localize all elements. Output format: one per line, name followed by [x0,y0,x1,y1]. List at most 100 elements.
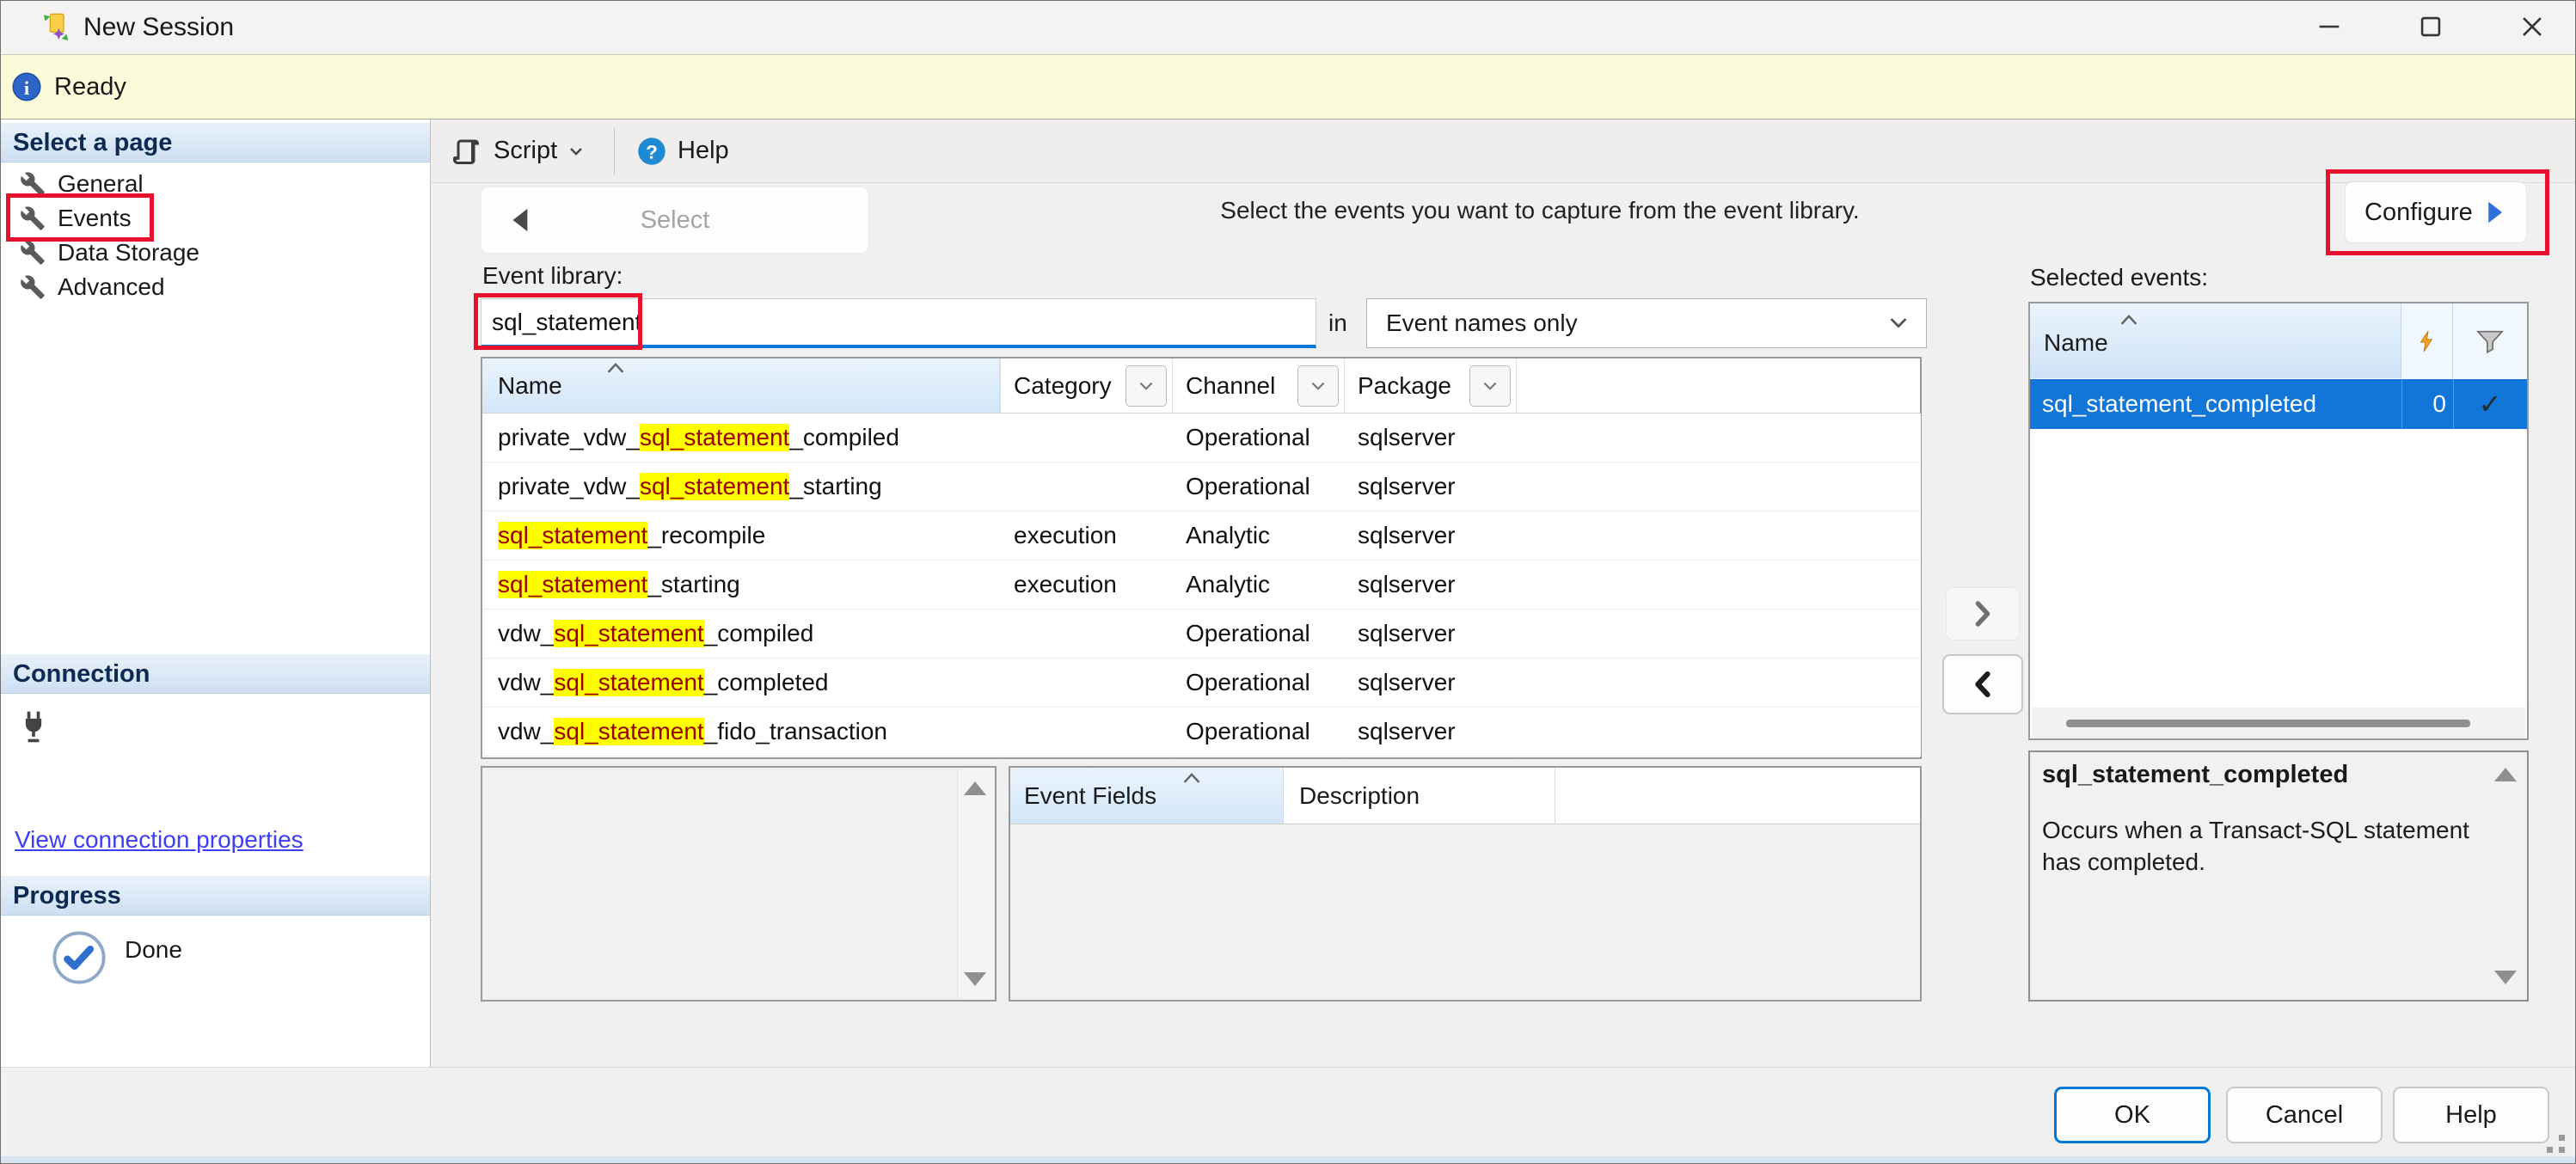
sidebar-item-label: Events [58,205,132,232]
cancel-button[interactable]: Cancel [2226,1087,2383,1143]
add-event-button[interactable] [1946,587,2020,640]
status-text: Ready [54,55,126,119]
info-icon: i [11,71,42,108]
wrench-icon [20,205,46,231]
channel-filter-button[interactable] [1297,365,1339,407]
status-bar: i Ready [1,54,2576,119]
search-scope-dropdown[interactable]: Event names only [1366,298,1927,348]
selected-events-label: Selected events: [2030,264,2208,291]
sidebar: Select a page General Events Data Storag… [1,119,431,1067]
sidebar-item-label: Data Storage [58,239,199,266]
sort-ascending-icon [1181,772,1203,784]
event-library-search-input[interactable] [481,298,1316,348]
done-check-icon [51,929,107,992]
event-row[interactable]: vdw_sql_statement_fido_transaction Opera… [483,708,1921,757]
toolbar-separator [614,128,615,175]
event-description-panel: sql_statement_completed Occurs when a Tr… [2028,750,2529,1002]
app-icon [39,10,73,51]
event-row[interactable]: sql_statement_recompile execution Analyt… [483,512,1921,561]
selected-column-header-filter[interactable] [2453,303,2527,378]
event-library-table-header: Name Category Channel Package [482,358,1920,414]
minimize-icon [2315,12,2344,41]
package-filter-button[interactable] [1469,365,1511,407]
sort-ascending-icon [604,362,627,374]
help-toolbar-button[interactable]: ? Help [628,119,738,182]
event-description-title: sql_statement_completed [2042,761,2348,789]
configure-button[interactable]: Configure [2345,181,2527,243]
event-fields-panel: Event Fields Description [1009,766,1922,1002]
help-button[interactable]: Help [2393,1087,2549,1143]
event-row[interactable]: vdw_sql_statement_compiled Operational s… [483,610,1921,659]
connection-icon [15,708,52,751]
column-header-channel[interactable]: Channel [1186,358,1275,413]
script-icon [451,136,481,167]
scroll-down-arrow[interactable] [2494,971,2517,984]
ok-button[interactable]: OK [2054,1087,2211,1143]
event-row[interactable]: sql_statement_starting execution Analyti… [483,561,1921,610]
selected-column-header-name[interactable]: Name [2030,303,2401,378]
window-title: New Session [83,1,234,54]
event-description-body: Occurs when a Transact-SQL statement has… [2042,814,2482,878]
column-header-category[interactable]: Category [1014,358,1112,413]
view-connection-properties-link[interactable]: View connection properties [15,826,304,854]
sidebar-item-advanced[interactable]: Advanced [1,269,430,305]
new-session-dialog: New Session i Ready Select a page Genera… [0,0,2576,1164]
in-label: in [1328,298,1347,348]
chevron-down-icon [1888,317,1909,329]
column-header-event-fields[interactable]: Event Fields [1010,768,1284,824]
wrench-icon [20,274,46,300]
event-row[interactable]: private_vdw_sql_statement_starting Opera… [483,463,1921,512]
horizontal-scrollbar[interactable] [2032,708,2525,738]
selected-event-row[interactable]: sql_statement_completed 0 ✓ [2030,379,2527,429]
vertical-scrollbar[interactable] [957,769,993,998]
close-button[interactable] [2493,1,2572,52]
select-button-label: Select [641,206,710,235]
window-bottom-edge [1,1156,2576,1164]
event-detail-empty-panel [481,766,997,1002]
chevron-down-icon [1310,382,1326,391]
event-row[interactable]: vdw_sql_statement_completed Operational … [483,659,1921,708]
progress-status-text: Done [125,936,182,964]
select-back-button[interactable]: Select [481,187,869,254]
script-button[interactable]: Script [442,119,592,182]
chevron-down-icon [1482,382,1498,391]
column-header-package[interactable]: Package [1358,358,1451,413]
sidebar-item-data-storage[interactable]: Data Storage [1,235,430,271]
maximize-icon [2416,12,2445,41]
scroll-down-arrow[interactable] [964,972,986,986]
progress-header: Progress [1,876,430,916]
chevron-right-icon [1973,600,1992,628]
arrow-left-icon [509,207,530,233]
select-a-page-header: Select a page [1,123,430,162]
sidebar-item-general[interactable]: General [1,166,430,202]
minimize-button[interactable] [2290,1,2369,52]
horizontal-scrollbar-thumb[interactable] [2066,720,2470,727]
help-label: Help [678,137,729,165]
chevron-down-icon[interactable] [569,147,583,156]
category-filter-button[interactable] [1125,365,1167,407]
search-scope-value: Event names only [1367,309,1578,337]
remove-event-button[interactable] [1942,654,2023,714]
help-icon: ? [636,136,667,167]
maximize-button[interactable] [2391,1,2470,52]
instruction-text: Select the events you want to capture fr… [1024,197,2056,224]
lightning-icon [2416,327,2438,356]
title-bar: New Session [1,1,2576,54]
selected-column-header-actions[interactable] [2401,303,2453,378]
event-row[interactable]: private_vdw_sql_statement_compiled Opera… [483,414,1921,463]
svg-text:i: i [24,77,29,99]
event-fields-header-row: Event Fields Description [1010,768,1920,824]
sidebar-item-label: Advanced [58,273,165,301]
scroll-up-arrow[interactable] [2494,768,2517,781]
column-header-name[interactable]: Name [482,358,1000,413]
svg-text:?: ? [646,141,658,162]
sidebar-item-label: General [58,170,144,198]
event-library-label: Event library: [482,262,623,290]
sort-ascending-icon [2118,314,2140,326]
sidebar-item-events[interactable]: Events [1,200,430,236]
selected-events-table: Name sql_statement_completed 0 ✓ [2028,302,2529,740]
arrow-right-icon [2487,200,2505,224]
dialog-footer: OK Cancel Help [1,1067,2576,1164]
scroll-up-arrow[interactable] [964,781,986,795]
column-header-description[interactable]: Description [1284,768,1555,824]
